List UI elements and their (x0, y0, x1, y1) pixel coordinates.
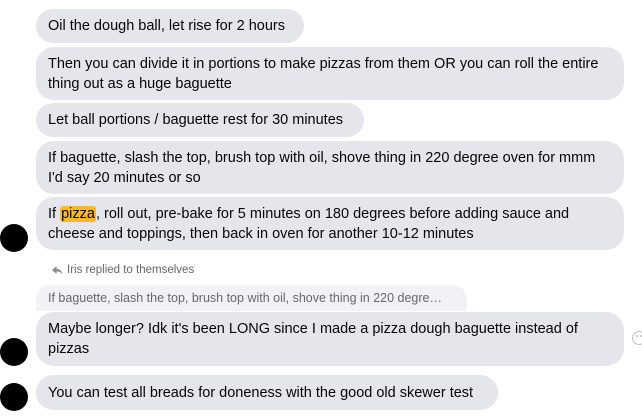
message-bubble[interactable]: If pizza, roll out, pre-bake for 5 minut… (36, 197, 624, 250)
message-text: Maybe longer? Idk it's been LONG since I… (48, 321, 578, 357)
message-text: If baguette, slash the top, brush top wi… (48, 149, 596, 186)
message-text-start: If (48, 205, 61, 222)
message-bubble[interactable]: Oil the dough ball, let rise for 2 hours (36, 9, 304, 43)
message-bubble[interactable]: You can test all breads for doneness wit… (36, 375, 498, 410)
react-smiley-icon[interactable] (632, 331, 642, 345)
quoted-message[interactable]: If baguette, slash the top, brush top wi… (36, 285, 467, 311)
message-text-end: , roll out, pre-bake for 5 minutes on 18… (48, 205, 570, 242)
avatar[interactable] (0, 338, 28, 366)
reply-indicator: Iris replied to themselves (52, 262, 194, 278)
message-bubble[interactable]: Maybe longer? Idk it's been LONG since I… (36, 312, 624, 366)
message-text: Then you can divide it in portions to ma… (48, 55, 599, 92)
message-text: You can test all breads for doneness wit… (48, 384, 474, 401)
reply-label: Iris replied to themselves (67, 264, 195, 276)
reply-arrow-icon (52, 265, 63, 274)
avatar[interactable] (0, 224, 28, 252)
message-text: Oil the dough ball, let rise for 2 hours (48, 18, 285, 34)
quoted-text: If baguette, slash the top, brush top wi… (48, 291, 443, 305)
avatar[interactable] (0, 383, 28, 411)
message-text: Let ball portions / baguette rest for 30… (48, 112, 344, 128)
message-text: If pizza, roll out, pre-bake for 5 minut… (48, 204, 612, 244)
search-highlight: pizza (60, 205, 96, 222)
message-bubble[interactable]: Then you can divide it in portions to ma… (36, 47, 624, 100)
message-bubble[interactable]: If baguette, slash the top, brush top wi… (36, 141, 624, 194)
message-bubble[interactable]: Let ball portions / baguette rest for 30… (36, 103, 364, 137)
